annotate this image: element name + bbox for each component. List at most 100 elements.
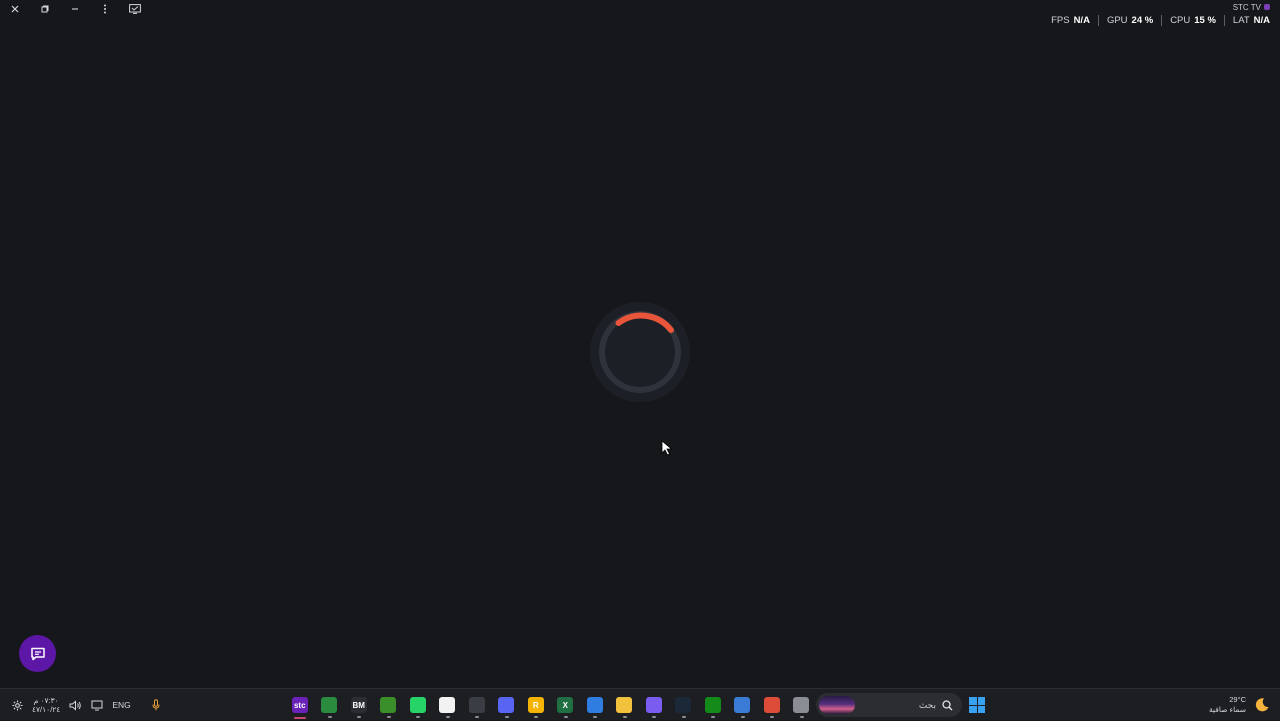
clock-app[interactable] (462, 689, 492, 721)
mouse-cursor-icon (661, 440, 673, 456)
brand-text: STC TV (1232, 2, 1261, 12)
search-highlight-image (819, 696, 855, 714)
clock-icon (468, 697, 485, 713)
window-controls (0, 0, 150, 18)
running-indicator (445, 716, 450, 718)
taskbar-clock[interactable]: ٠٧:٣٠ م ٤٧/١٠/٢٤ (32, 696, 60, 714)
copilot-icon (645, 697, 662, 713)
restore-button[interactable] (30, 0, 60, 18)
screen-icon (129, 4, 141, 14)
running-indicator (327, 716, 332, 718)
microphone-button[interactable] (149, 698, 163, 712)
excel-app[interactable]: X (551, 689, 581, 721)
steam-icon (675, 697, 692, 713)
whatsapp-icon (409, 697, 426, 713)
taskbar-search[interactable]: بحث (816, 693, 962, 717)
running-indicator (563, 716, 568, 718)
weather-widget[interactable]: 29°C سماء صافية (1209, 689, 1270, 721)
restore-icon (41, 5, 49, 13)
cpu-label: CPU (1170, 15, 1191, 26)
windows-logo-pane (969, 705, 977, 713)
rockstar-app[interactable]: R (521, 689, 551, 721)
speaker-icon (69, 699, 81, 711)
network-button[interactable] (90, 698, 104, 712)
search-placeholder: بحث (918, 699, 936, 710)
minecraft-app[interactable] (374, 689, 404, 721)
chrome-profile-app[interactable] (315, 689, 345, 721)
running-indicator (534, 716, 538, 718)
cpu-stat: CPU 15 % (1162, 15, 1224, 26)
copilot-app[interactable] (639, 689, 669, 721)
language-indicator[interactable]: ENG (112, 700, 130, 710)
lat-stat: LAT N/A (1225, 15, 1270, 26)
windows-logo-pane (977, 697, 985, 705)
weather-temp: 29°C (1229, 695, 1246, 704)
rockstar-icon: R (527, 697, 544, 713)
fps-label: FPS (1051, 15, 1070, 26)
screen-button[interactable] (120, 0, 150, 18)
stc-tv-app[interactable]: stc (285, 689, 315, 721)
running-indicator (357, 716, 361, 718)
close-icon (11, 5, 19, 13)
explorer-icon (616, 697, 633, 713)
more-vertical-icon (104, 4, 106, 14)
explorer-app[interactable] (610, 689, 640, 721)
steam-app[interactable] (669, 689, 699, 721)
chrome-icon (763, 697, 780, 713)
roblox-icon (734, 697, 751, 713)
moon-icon (1255, 698, 1269, 712)
taskbar-apps: stc BM R X (285, 689, 816, 721)
gpu-label: GPU (1106, 15, 1128, 26)
clock-date: ٤٧/١٠/٢٤ (32, 705, 61, 714)
weather-desc: سماء صافية (1208, 705, 1246, 714)
chat-icon (30, 647, 45, 660)
notepad-app[interactable] (433, 689, 463, 721)
windows-logo-pane (977, 705, 985, 713)
discord-app[interactable] (492, 689, 522, 721)
loading-spinner (590, 302, 690, 402)
running-indicator (504, 716, 509, 718)
network-icon (91, 700, 103, 710)
running-indicator (593, 716, 597, 718)
volume-button[interactable] (68, 698, 82, 712)
running-indicator (770, 716, 774, 718)
discord-icon (498, 697, 515, 713)
close-button[interactable] (0, 0, 30, 18)
search-icon (942, 699, 953, 710)
chat-button[interactable] (19, 635, 56, 672)
performance-stats: STC TV FPS N/A GPU 24 % CPU 15 % LAT N/A (1043, 2, 1270, 26)
bm-app[interactable]: BM (344, 689, 374, 721)
more-options-button[interactable] (90, 0, 120, 18)
system-tray: ٠٧:٣٠ م ٤٧/١٠/٢٤ ENG (10, 689, 163, 721)
whatsapp-app[interactable] (403, 689, 433, 721)
bm-icon: BM (350, 697, 367, 713)
minimize-button[interactable] (60, 0, 90, 18)
notepad-icon (439, 697, 456, 713)
xbox-app[interactable] (698, 689, 728, 721)
cpu-value: 15 % (1194, 15, 1216, 26)
gear-icon (11, 699, 23, 711)
start-button[interactable] (969, 697, 985, 713)
lat-label: LAT (1232, 15, 1250, 26)
xbox-icon (704, 697, 721, 713)
running-indicator (652, 716, 656, 718)
lat-value: N/A (1253, 15, 1270, 26)
excel-icon: X (557, 697, 574, 713)
running-indicator (475, 716, 479, 718)
settings-tray-button[interactable] (10, 698, 24, 712)
running-indicator (711, 716, 715, 718)
running-indicator (386, 716, 391, 718)
brand-logo-icon (1264, 4, 1270, 10)
chrome-app[interactable] (757, 689, 787, 721)
app-window: STC TV FPS N/A GPU 24 % CPU 15 % LAT N/A (0, 0, 1280, 688)
running-indicator (799, 716, 804, 718)
gpu-value: 24 % (1131, 15, 1154, 26)
gpu-stat: GPU 24 % (1099, 15, 1161, 26)
running-indicator (681, 716, 686, 718)
running-indicator (416, 716, 420, 718)
store-app[interactable] (580, 689, 610, 721)
chrome-profile-icon (321, 697, 338, 713)
running-indicator (622, 716, 627, 718)
window-app[interactable] (787, 689, 817, 721)
roblox-app[interactable] (728, 689, 758, 721)
